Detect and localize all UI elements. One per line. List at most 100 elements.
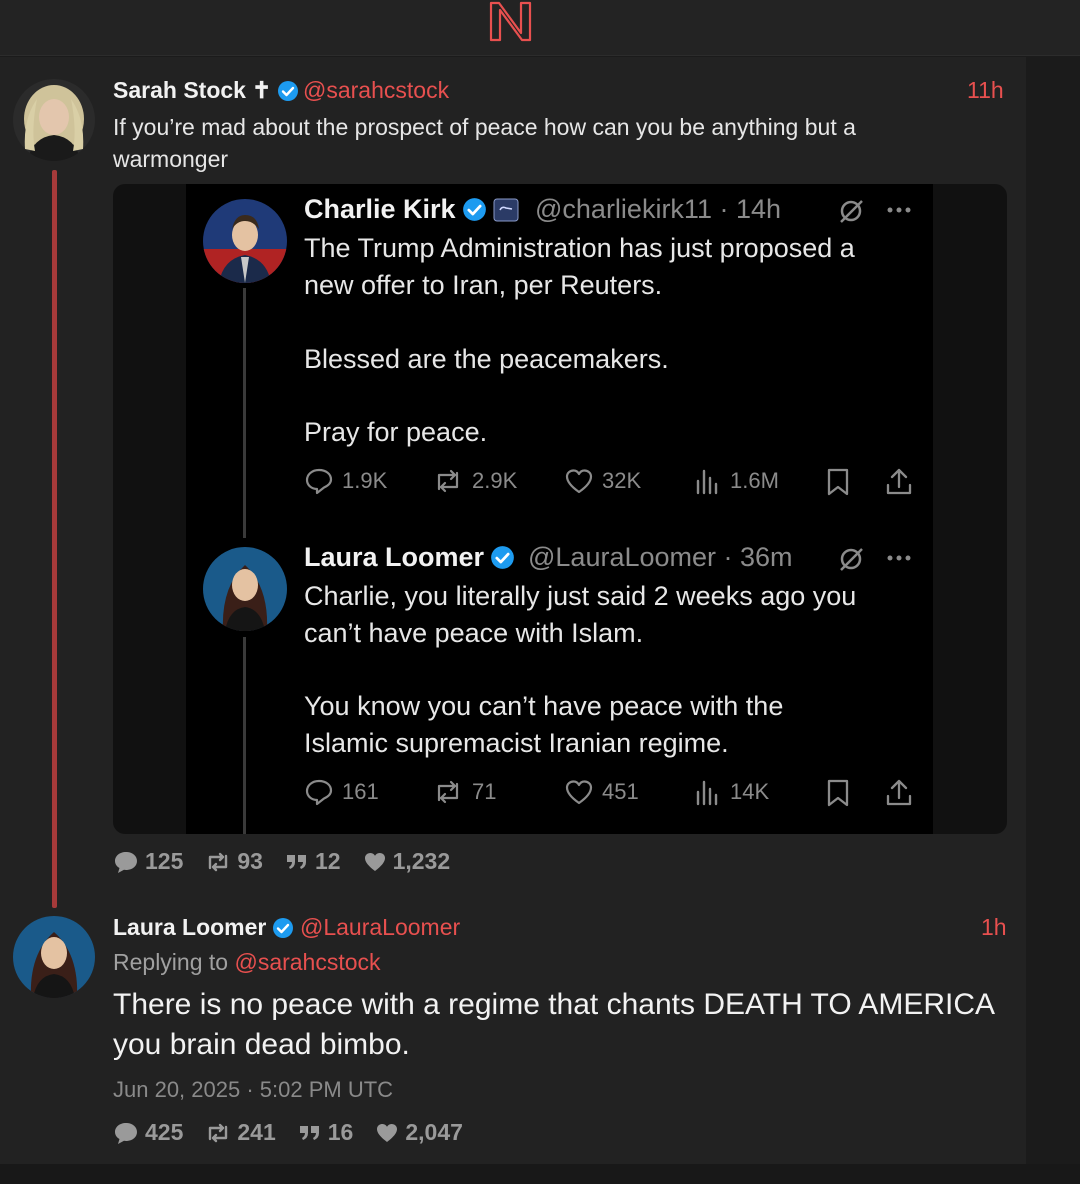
- repost-count-text: 71: [472, 779, 497, 804]
- like-count-text: 32K: [602, 468, 642, 493]
- comment-icon: [115, 1122, 137, 1144]
- reply-replies[interactable]: 425: [113, 1119, 183, 1146]
- repost-count-text: 2.9K: [472, 468, 518, 493]
- reply-count-text: 161: [342, 779, 379, 804]
- charlie-kirk-time: · 14h: [719, 194, 782, 224]
- verified-badge-icon: [491, 546, 514, 569]
- reply-author-handle[interactable]: @LauraLoomer: [300, 914, 460, 941]
- charlie-kirk-actions: 1.9K 2.9K 32K 1.6M: [304, 467, 912, 497]
- nitter-logo[interactable]: [488, 0, 534, 47]
- laura-loomer-embed-time: · 36m: [723, 542, 793, 572]
- laura-loomer-embed-actions: 161 71 451 14K: [304, 778, 912, 808]
- reply-count: 161: [304, 778, 379, 806]
- reply-date[interactable]: Jun 20, 2025 · 5:02 PM UTC: [113, 1077, 393, 1103]
- more-options-icon: [887, 207, 911, 213]
- thread-connector-2: [243, 637, 246, 834]
- views-count: 14K: [694, 778, 769, 806]
- quote-icon: [299, 1125, 319, 1140]
- laura-loomer-embed-avatar: [203, 547, 287, 631]
- charlie-kirk-handle: @charliekirk11 · 14h: [535, 194, 781, 225]
- replying-to-mention[interactable]: @sarahcstock: [234, 949, 380, 975]
- reply-count: 1.9K: [304, 467, 387, 495]
- views-count-text: 1.6M: [730, 468, 779, 493]
- post-author-label: Sarah Stock: [113, 77, 246, 103]
- grok-icon: [840, 548, 863, 571]
- reply-icon: [305, 468, 333, 495]
- embedded-image[interactable]: Charlie Kirk @charliekirk11 · 14h The Tr…: [113, 184, 1007, 834]
- bookmark-icon: [827, 468, 849, 496]
- sarah-stock-avatar[interactable]: [13, 79, 95, 161]
- reply-text: There is no peace with a regime that cha…: [113, 988, 994, 1061]
- charlie-kirk-text-line-1: The Trump Administration has just propos…: [304, 233, 855, 263]
- like-count: 451: [564, 778, 639, 806]
- reply-reposts-count: 241: [237, 1119, 276, 1145]
- views-count-text: 14K: [730, 779, 770, 804]
- laura-loomer-embed-line-3: You know you can’t have peace with the: [304, 691, 784, 721]
- views-icon: [696, 780, 718, 806]
- like-count: 32K: [564, 467, 641, 495]
- heart-icon: [565, 780, 593, 805]
- replying-to: Replying to @sarahcstock: [113, 949, 381, 976]
- post-author-name[interactable]: Sarah Stock ✝: [113, 77, 299, 104]
- laura-loomer-embed-handle: @LauraLoomer · 36m: [528, 542, 793, 573]
- post-text: If you’re mad about the prospect of peac…: [113, 114, 856, 172]
- reply-reposts[interactable]: 241: [205, 1119, 276, 1146]
- heart-icon: [565, 469, 593, 494]
- bottom-bar: [0, 1164, 1080, 1184]
- thread-line: [52, 170, 57, 908]
- laura-loomer-embed-line-1: Charlie, you literally just said 2 weeks…: [304, 581, 857, 611]
- like-count-text: 451: [602, 779, 639, 804]
- verified-badge-icon: [278, 80, 299, 101]
- post-time[interactable]: 11h: [967, 77, 1004, 104]
- charlie-kirk-handle-text: @charliekirk11: [535, 194, 712, 224]
- reply-quotes[interactable]: 16: [298, 1119, 354, 1146]
- verified-badge-icon: [462, 198, 486, 221]
- reply-likes-count: 2,047: [405, 1119, 463, 1145]
- reply-quotes-count: 16: [327, 1119, 354, 1145]
- affiliate-badge-icon: [493, 198, 519, 221]
- replying-to-prefix: Replying to: [113, 949, 229, 975]
- comment-icon: [115, 851, 137, 873]
- laura-loomer-embed-line-2: can’t have peace with Islam.: [304, 618, 644, 648]
- post-author-handle[interactable]: @sarahcstock: [303, 77, 449, 104]
- reply-time[interactable]: 1h: [981, 914, 1007, 941]
- charlie-kirk-text-line-4: Pray for peace.: [304, 417, 488, 447]
- grok-icon: [840, 200, 863, 223]
- right-gutter: [1026, 57, 1080, 1164]
- post-likes[interactable]: 1,232: [363, 848, 451, 875]
- post-replies[interactable]: 125: [113, 848, 183, 875]
- charlie-kirk-text-line-3: Blessed are the peacemakers.: [304, 344, 669, 374]
- post-reposts-count: 93: [237, 848, 263, 874]
- views-count: 1.6M: [694, 467, 779, 495]
- heart-icon: [364, 852, 385, 871]
- retweet-icon: [209, 1123, 228, 1142]
- views-icon: [696, 469, 718, 495]
- reply-author-name[interactable]: Laura Loomer: [113, 914, 294, 941]
- verified-badge-icon: [273, 917, 294, 938]
- post-reposts[interactable]: 93: [205, 848, 263, 875]
- embedded-screenshot: Charlie Kirk @charliekirk11 · 14h The Tr…: [186, 184, 933, 834]
- post-quotes[interactable]: 12: [285, 848, 341, 875]
- heart-icon: [377, 1123, 398, 1142]
- laura-loomer-embed-line-4: Islamic supremacist Iranian regime.: [304, 728, 729, 758]
- post-likes-count: 1,232: [392, 848, 451, 874]
- reply-stats: 425 241 16 2,047: [113, 1119, 485, 1146]
- post-quotes-count: 12: [314, 848, 341, 874]
- laura-loomer-avatar[interactable]: [13, 916, 95, 998]
- share-icon: [886, 468, 912, 495]
- reply-likes[interactable]: 2,047: [375, 1119, 463, 1146]
- laura-loomer-embed-label: Laura Loomer: [304, 542, 485, 572]
- thread-connector-1: [243, 288, 246, 538]
- post-stats: 125 93 12 1,232: [113, 848, 472, 875]
- post-replies-count: 125: [145, 848, 184, 874]
- repost-icon: [437, 780, 459, 804]
- reply-icon: [305, 779, 333, 806]
- quote-icon: [286, 854, 306, 869]
- laura-loomer-embed-handle-text: @LauraLoomer: [528, 542, 717, 572]
- charlie-kirk-name: Charlie Kirk: [304, 194, 519, 225]
- charlie-kirk-avatar: [203, 199, 287, 283]
- repost-icon: [437, 469, 459, 493]
- charlie-kirk-label: Charlie Kirk: [304, 194, 456, 224]
- share-icon: [886, 779, 912, 806]
- repost-count: 71: [432, 778, 496, 806]
